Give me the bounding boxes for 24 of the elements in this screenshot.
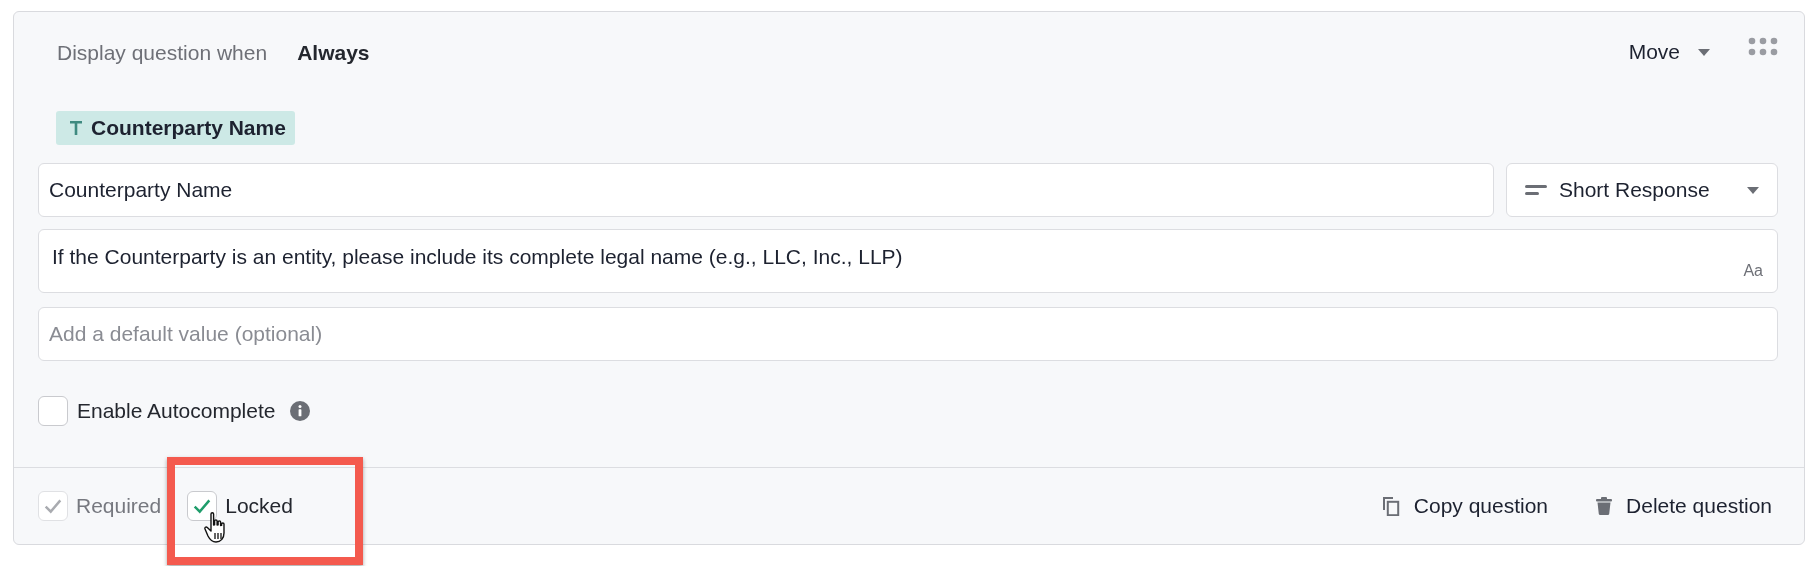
text-type-icon [69, 120, 83, 136]
checkbox[interactable] [38, 396, 68, 426]
move-dropdown[interactable]: Move [1628, 40, 1710, 64]
checkmark-icon [193, 498, 212, 514]
copy-icon [1381, 496, 1400, 516]
caret-icon [1698, 48, 1710, 56]
short-text-icon [1525, 184, 1547, 196]
trash-icon [1596, 497, 1613, 515]
text-format-label[interactable]: Aa [1743, 262, 1763, 280]
checkmark-icon [44, 498, 62, 514]
display-rule-dropdown[interactable]: Always [297, 41, 370, 65]
checkbox-label[interactable]: Enable Autocomplete [77, 399, 276, 423]
caret-icon [1747, 186, 1759, 194]
default-value-field[interactable]: Add a default value (optional) [38, 307, 1778, 361]
description-field[interactable]: If the Counterparty is an entity, please include its complete legal name (e.g., LLC, Inc., LLP) Aa [38, 229, 1778, 293]
info-icon[interactable] [290, 401, 311, 421]
variable-tag-label: Counterparty Name [91, 116, 286, 140]
delete-question-button[interactable]: Delete question [1596, 494, 1772, 518]
question-field[interactable]: Counterparty Name [38, 163, 1494, 217]
copy-question-button[interactable]: Copy question [1381, 494, 1549, 518]
drag-handle-icon[interactable] [1748, 37, 1778, 57]
checkbox-label[interactable]: Locked [225, 494, 293, 518]
display-rule-label: Display question when [57, 41, 268, 65]
response-type-dropdown[interactable]: Short Response [1506, 163, 1778, 217]
